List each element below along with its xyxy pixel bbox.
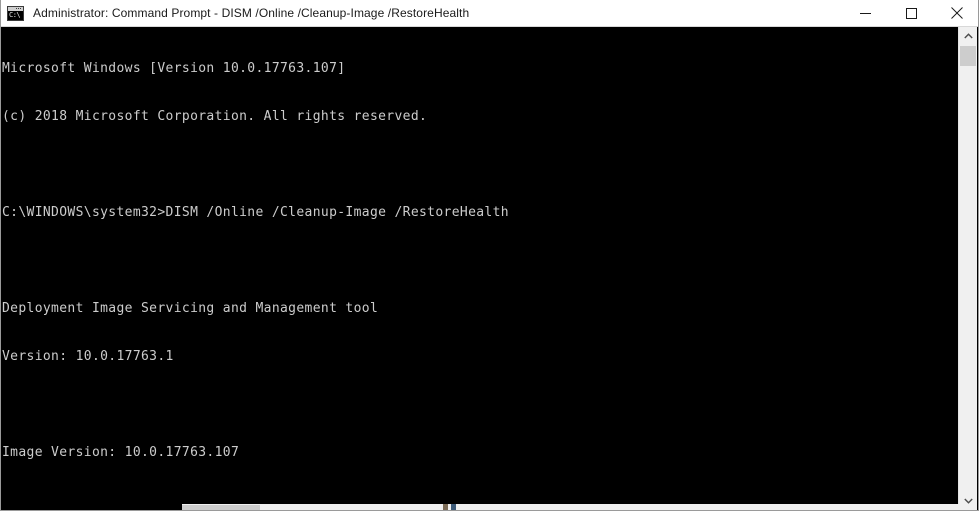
close-icon xyxy=(951,7,963,19)
console-cursor-row xyxy=(2,493,958,504)
horizontal-scroll-thumb[interactable] xyxy=(182,505,260,510)
console-output-area[interactable]: Microsoft Windows [Version 10.0.17763.10… xyxy=(2,27,958,504)
vertical-scroll-thumb[interactable] xyxy=(960,46,976,66)
console-line: (c) 2018 Microsoft Corporation. All righ… xyxy=(2,109,428,124)
maximize-button[interactable] xyxy=(888,0,934,26)
close-button[interactable] xyxy=(934,0,978,26)
scroll-down-button[interactable] xyxy=(959,492,977,510)
vertical-scrollbar[interactable] xyxy=(958,27,977,510)
icon-dot xyxy=(20,7,21,9)
chevron-up-icon xyxy=(963,33,973,39)
console-text: Microsoft Windows [Version 10.0.17763.10… xyxy=(2,27,958,504)
console-line: Image Version: 10.0.17763.107 xyxy=(2,445,240,460)
icon-dot xyxy=(16,7,17,9)
taskbar-artifact xyxy=(451,504,456,510)
command-prompt-icon[interactable]: C:\ xyxy=(7,5,24,21)
console-line-command: C:\WINDOWS\system32>DISM /Online /Cleanu… xyxy=(2,205,509,220)
scroll-up-button[interactable] xyxy=(959,27,977,45)
title-bar[interactable]: C:\ Administrator: Command Prompt - DISM… xyxy=(1,0,978,27)
minimize-icon xyxy=(859,12,871,14)
console-line: Deployment Image Servicing and Managemen… xyxy=(2,301,379,316)
command-prompt-window: C:\ Administrator: Command Prompt - DISM… xyxy=(0,0,979,511)
icon-prompt-glyph: C:\ xyxy=(8,10,23,20)
window-title: Administrator: Command Prompt - DISM /On… xyxy=(33,6,470,20)
horizontal-scrollbar[interactable] xyxy=(182,504,959,510)
caption-button-group xyxy=(842,0,978,26)
chevron-down-icon xyxy=(963,498,973,504)
console-line: Microsoft Windows [Version 10.0.17763.10… xyxy=(2,61,346,76)
minimize-button[interactable] xyxy=(842,0,888,26)
icon-dot xyxy=(18,7,19,9)
maximize-icon xyxy=(905,7,917,19)
taskbar-artifact xyxy=(443,504,448,510)
console-line: Version: 10.0.17763.1 xyxy=(2,349,174,364)
